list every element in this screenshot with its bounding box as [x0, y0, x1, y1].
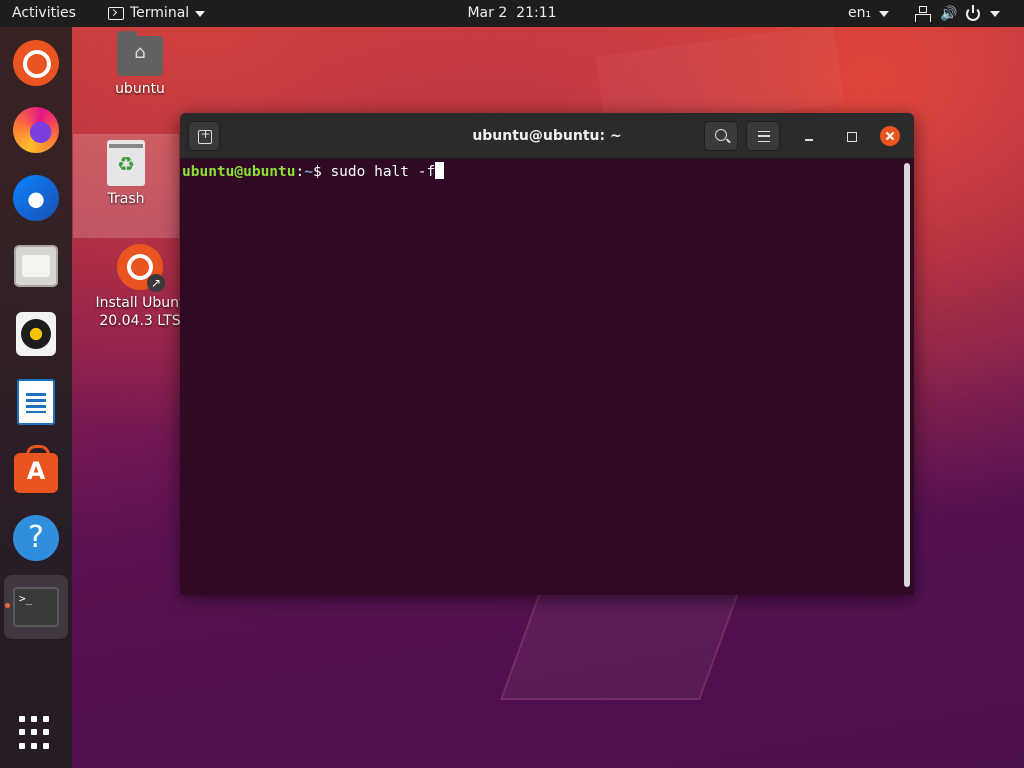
clock-time: 21:11	[516, 5, 557, 21]
input-source-label: en₁	[848, 5, 872, 21]
show-applications-button[interactable]	[19, 716, 53, 750]
dock-item-firefox[interactable]	[10, 104, 62, 156]
dock-item-rhythmbox[interactable]	[10, 308, 62, 360]
terminal-icon: >_	[13, 587, 59, 627]
grid-dot	[19, 742, 25, 749]
dock-item-ubuntu[interactable]	[10, 37, 62, 89]
text-cursor	[435, 162, 445, 179]
chevron-down-icon	[990, 10, 1000, 17]
install-label-line1: Install Ubunt	[95, 295, 185, 311]
desktop-icon-label: ubuntu	[115, 81, 165, 97]
prompt-symbol: $	[312, 164, 331, 180]
grid-dot	[43, 716, 49, 722]
desktop-icon-label: Install Ubunt 20.04.3 LTS	[87, 294, 193, 330]
home-folder-icon	[117, 31, 163, 76]
prompt-path: ~	[304, 164, 313, 180]
terminal-content[interactable]: ubuntu@ubuntu:~$ sudo halt -f	[180, 159, 914, 595]
dock-item-software[interactable]	[10, 444, 62, 496]
trash-icon	[107, 140, 145, 186]
install-label-line2: 20.04.3 LTS	[99, 313, 181, 329]
desktop-icon-install-ubuntu[interactable]: Install Ubunt 20.04.3 LTS	[87, 244, 193, 330]
volume-icon: 🔊	[940, 5, 958, 22]
firefox-icon	[13, 107, 59, 153]
desktop-icon-home[interactable]: ubuntu	[87, 31, 193, 98]
typed-command: sudo halt -f	[330, 164, 436, 180]
search-icon[interactable]	[704, 121, 738, 151]
prompt-separator: :	[295, 164, 305, 180]
dock-item-files[interactable]	[10, 240, 62, 292]
grid-dot	[19, 729, 25, 736]
grid-dot	[31, 742, 37, 749]
grid-dot	[31, 729, 37, 736]
dock-item-writer[interactable]	[10, 376, 62, 428]
input-source-menu[interactable]: en₁	[848, 0, 890, 27]
files-icon	[14, 245, 58, 287]
thunderbird-icon	[13, 175, 59, 221]
app-menu[interactable]: Terminal	[108, 0, 206, 27]
clock-button[interactable]: Mar 2 21:11	[467, 5, 556, 21]
system-menu[interactable]: 🔊	[914, 0, 1000, 27]
grid-dot	[19, 716, 25, 722]
grid-dot	[43, 742, 49, 749]
top-bar: Activities Terminal Mar 2 21:11 en₁ 🔊	[0, 0, 1024, 27]
scrollbar[interactable]	[904, 163, 910, 587]
terminal-mini-icon	[108, 7, 124, 20]
window-titlebar[interactable]: ubuntu@ubuntu: ~	[180, 113, 914, 159]
desktop-icon-trash[interactable]: Trash	[73, 134, 179, 238]
network-icon	[914, 5, 931, 22]
app-menu-label: Terminal	[130, 5, 190, 21]
dock-item-thunderbird[interactable]	[10, 172, 62, 224]
command-line: ubuntu@ubuntu:~$ sudo halt -f	[182, 162, 445, 181]
terminal-window[interactable]: ubuntu@ubuntu: ~ ubuntu@ubuntu:~$ sudo h…	[180, 113, 914, 595]
dock-item-help[interactable]: ?	[10, 512, 62, 564]
prompt-user: ubuntu@ubuntu	[182, 164, 296, 180]
libreoffice-writer-icon	[17, 379, 55, 425]
rhythmbox-icon	[16, 312, 56, 356]
grid-dot	[43, 729, 49, 736]
dock: ? >_	[0, 27, 72, 768]
activities-button[interactable]: Activities	[12, 0, 76, 27]
close-button[interactable]	[880, 126, 900, 146]
desktop-icon-label: Trash	[107, 191, 145, 207]
chevron-down-icon	[195, 10, 206, 17]
ubuntu-software-icon	[14, 445, 58, 493]
hamburger-menu-icon[interactable]	[746, 121, 780, 151]
new-tab-button[interactable]	[188, 121, 220, 151]
maximize-button[interactable]	[841, 126, 861, 146]
dock-item-terminal[interactable]: >_	[4, 575, 68, 639]
install-ubuntu-icon	[117, 244, 165, 292]
minimize-button[interactable]	[800, 126, 820, 146]
grid-dot	[31, 716, 37, 722]
help-icon: ?	[13, 515, 59, 561]
power-icon	[966, 4, 980, 21]
clock-date: Mar 2	[467, 5, 508, 21]
wallpaper-shape	[499, 590, 741, 700]
chevron-down-icon	[879, 10, 890, 17]
ubuntu-logo-icon	[13, 40, 59, 86]
